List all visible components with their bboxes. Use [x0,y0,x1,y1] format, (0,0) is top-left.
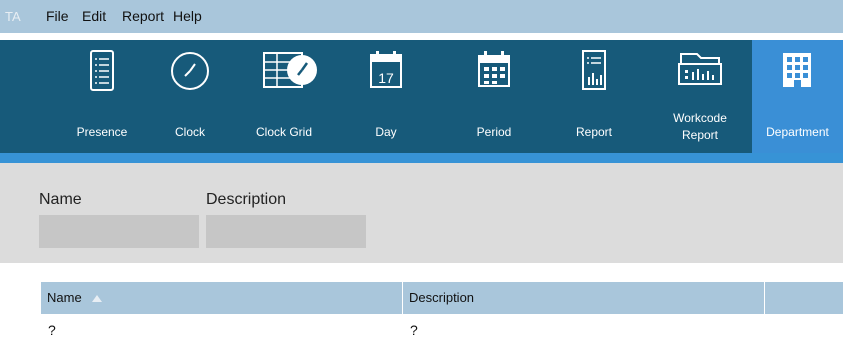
column-header-name[interactable]: Name [41,282,403,314]
filter-description-label: Description [206,191,287,208]
calendar-period-icon [478,51,510,87]
clock-grid-icon [263,52,317,88]
app-badge: TA [5,9,21,24]
filter-name-label: Name [39,191,82,208]
calendar-day-number: 17 [378,70,394,86]
toolbar-department-label: Department [766,125,829,139]
column-header-extra[interactable] [765,282,843,314]
filter-description-input[interactable] [206,215,366,248]
toolbar-workcode-report-button[interactable]: Workcode Report [648,40,752,153]
toolbar-day-button[interactable]: 17 Day [350,40,422,153]
toolbar-day-label: Day [375,125,397,139]
cell-description: ? [410,322,418,338]
menu-help[interactable]: Help [173,8,202,24]
building-icon [783,53,811,87]
filter-name-input[interactable] [39,215,199,248]
clock-icon [171,52,209,90]
menu-file[interactable]: File [46,8,69,24]
workcode-folder-icon [678,53,722,85]
table-header: Name Description [41,282,843,314]
column-header-name-label: Name [47,290,82,305]
menu-edit[interactable]: Edit [82,8,106,24]
toolbar-clock-grid-label: Clock Grid [255,125,312,139]
report-icon [582,50,606,90]
sort-ascending-icon [91,295,102,303]
toolbar-period-label: Period [476,125,512,139]
menu-report[interactable]: Report [122,8,164,24]
toolbar-clock-grid-button[interactable]: Clock Grid [234,40,334,153]
menu-bar: TA File Edit Report Help [0,0,843,33]
cell-name: ? [48,322,56,338]
toolbar-presence-button[interactable]: Presence [46,40,158,153]
toolbar-accent-stripe [0,153,843,163]
column-header-description-label: Description [409,290,475,305]
toolbar-report-button[interactable]: Report [556,40,632,153]
main-toolbar: Presence Clock Clock Grid 17 Day Period … [0,40,843,153]
column-header-description[interactable]: Description [403,282,765,314]
toolbar-workcode-report-label-line2: Report [681,128,719,142]
toolbar-clock-button[interactable]: Clock [158,40,222,153]
toolbar-report-label: Report [575,125,613,139]
toolbar-clock-label: Clock [174,125,205,139]
table-row[interactable]: ? ? [41,318,843,342]
filter-panel: Name Description [0,163,843,263]
toolbar-period-button[interactable]: Period [446,40,542,153]
calendar-day-icon: 17 [370,51,402,88]
toolbar-department-button[interactable]: Department [752,40,843,153]
toolbar-workcode-report-label-line1: Workcode [673,111,727,125]
toolbar-presence-label: Presence [76,125,128,139]
checklist-icon [90,50,114,91]
